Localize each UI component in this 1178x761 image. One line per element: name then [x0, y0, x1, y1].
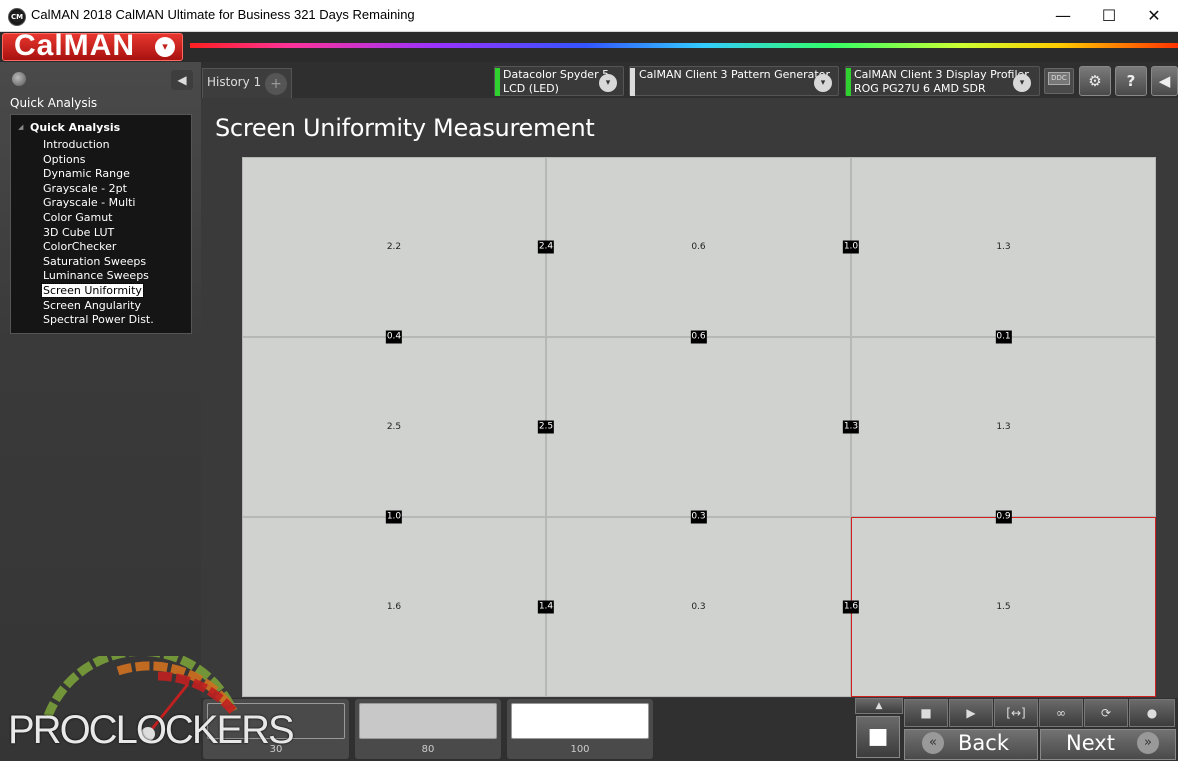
sidebar-heading: Quick Analysis: [10, 96, 98, 110]
close-button[interactable]: ✕: [1131, 0, 1177, 31]
sidebar-item[interactable]: Grayscale - Multi: [42, 196, 137, 209]
panel-toggle-button[interactable]: ◀: [1151, 66, 1178, 96]
sidebar-item[interactable]: Color Gamut: [42, 211, 113, 224]
next-label: Next: [1066, 731, 1115, 755]
knob-icon[interactable]: [12, 72, 26, 86]
cell-deviation-value: 0.3: [691, 602, 706, 612]
edge-delta-value: 1.3: [842, 420, 860, 434]
edge-delta-value: 2.4: [537, 240, 555, 254]
edge-delta-value: 0.6: [690, 330, 707, 344]
pattern-label: 100: [570, 744, 590, 755]
sidebar-item[interactable]: Dynamic Range: [42, 167, 131, 180]
edge-delta-value: 1.6: [842, 600, 860, 614]
edge-delta-value: 0.4: [385, 330, 403, 344]
status-indicator: [846, 68, 851, 96]
record-icon[interactable]: ●: [1129, 699, 1175, 727]
collapse-sidebar-button[interactable]: ◀: [171, 70, 193, 90]
sidebar-item[interactable]: 3D Cube LUT: [42, 226, 115, 239]
uniformity-grid: 2.2 0.6 1.3 2.5 1.3 1.6 0.3 1.5 2.4 1.0 2.5 1.3 1.4 1…: [242, 157, 1156, 697]
pattern-generator-name: CalMAN Client 3 Pattern Generator: [639, 68, 830, 81]
cell-deviation-value: 2.2: [386, 242, 402, 252]
sidebar-item[interactable]: Introduction: [42, 138, 111, 151]
range-icon[interactable]: [↔]: [994, 699, 1038, 727]
cell-deviation-value: 1.6: [386, 602, 402, 612]
display-profiler-name: CalMAN Client 3 Display Profiler: [854, 68, 1029, 81]
status-indicator: [630, 68, 635, 96]
up-button[interactable]: ▲: [855, 698, 903, 714]
settings-button[interactable]: ⚙: [1079, 66, 1111, 96]
pattern-swatch[interactable]: [359, 703, 497, 739]
edge-delta-value: 2.5: [537, 420, 555, 434]
pattern-swatch[interactable]: [511, 703, 649, 739]
pattern-label: 80: [421, 744, 435, 755]
sidebar-item[interactable]: Grayscale - 2pt: [42, 182, 128, 195]
spectrum-bar: [190, 43, 1178, 48]
edge-delta-value: 1.0: [842, 240, 860, 254]
sidebar-item[interactable]: Saturation Sweeps: [42, 255, 147, 268]
meter-mode: LCD (LED): [503, 82, 559, 95]
sidebar-item[interactable]: Spectral Power Dist.: [42, 313, 155, 326]
next-chevron-icon: »: [1137, 732, 1159, 754]
display-profile: ROG PG27U 6 AMD SDR: [854, 82, 986, 95]
app-icon: CM: [8, 8, 26, 26]
page-title: Screen Uniformity Measurement: [215, 114, 595, 142]
back-chevron-icon: «: [922, 732, 944, 754]
window-title: CalMAN 2018 CalMAN Ultimate for Business…: [31, 7, 415, 22]
cell-deviation-value: 1.5: [996, 602, 1011, 612]
sidebar-item[interactable]: Options: [42, 153, 86, 166]
sidebar-item[interactable]: Screen Uniformity: [41, 283, 144, 298]
meter-name: Datacolor Spyder 5: [503, 68, 610, 81]
edge-delta-value: 1.4: [537, 600, 555, 614]
cell-deviation-value: 0.6: [691, 242, 706, 252]
watermark-text: PROCLOCKERS: [8, 708, 295, 752]
tree-expand-icon[interactable]: ◢: [18, 123, 23, 131]
help-button[interactable]: ?: [1115, 66, 1147, 96]
monitor-icon: DDC: [1048, 72, 1070, 85]
chevron-down-icon[interactable]: ▾: [1013, 74, 1031, 92]
chevron-down-icon[interactable]: ▾: [814, 74, 832, 92]
status-indicator: [495, 68, 500, 96]
cell-deviation-value: 1.3: [996, 242, 1011, 252]
sidebar-item[interactable]: ColorChecker: [42, 240, 117, 253]
add-tab-button[interactable]: +: [265, 73, 287, 95]
sidebar-item[interactable]: Luminance Sweeps: [42, 269, 150, 282]
calman-logo-text: CalMAN: [14, 29, 136, 62]
tree-root-quick-analysis[interactable]: Quick Analysis: [30, 121, 120, 134]
sidebar-item[interactable]: Screen Angularity: [42, 299, 142, 312]
edge-delta-value: 0.9: [995, 510, 1012, 524]
loop-icon[interactable]: ∞: [1039, 699, 1083, 727]
cell-deviation-value: 1.3: [996, 422, 1011, 432]
back-label: Back: [958, 731, 1009, 755]
edge-delta-value: 1.0: [385, 510, 403, 524]
edge-delta-value: 0.3: [690, 510, 707, 524]
minimize-button[interactable]: —: [1040, 0, 1086, 31]
stop-icon[interactable]: ■: [904, 699, 948, 727]
chevron-down-icon[interactable]: ▾: [599, 74, 617, 92]
tab-history-label: History 1: [207, 75, 262, 89]
stop-measurement-button[interactable]: ■: [856, 716, 900, 758]
maximize-button[interactable]: ☐: [1086, 0, 1132, 31]
edge-delta-value: 0.1: [995, 330, 1012, 344]
cell-deviation-value: 2.5: [386, 422, 402, 432]
refresh-icon[interactable]: ⟳: [1084, 699, 1128, 727]
uniformity-cell[interactable]: [546, 337, 851, 517]
play-icon[interactable]: ▶: [949, 699, 993, 727]
chevron-down-icon[interactable]: ▾: [155, 37, 175, 57]
